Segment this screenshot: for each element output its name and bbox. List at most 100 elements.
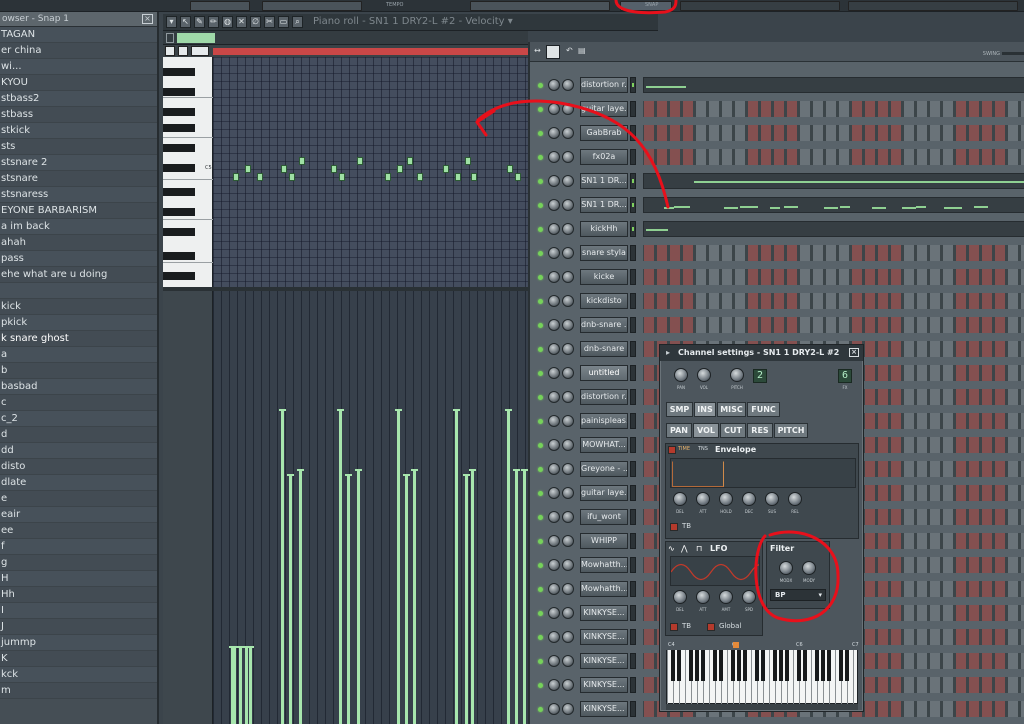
channel-pan-knob[interactable] xyxy=(548,439,560,451)
browser-item[interactable]: c_2 xyxy=(0,411,157,427)
channel-button[interactable]: KINKYSE... xyxy=(580,677,628,693)
pitch-range-display[interactable]: 2 xyxy=(753,369,767,383)
browser-item[interactable]: disto xyxy=(0,459,157,475)
pattern-selector[interactable] xyxy=(546,45,560,59)
channel-select-grip[interactable] xyxy=(630,677,636,693)
browser-item[interactable]: ehe what are u doing xyxy=(0,267,157,283)
view-toggle-1[interactable] xyxy=(165,46,175,56)
channel-pan-knob[interactable] xyxy=(548,535,560,547)
channel-select-grip[interactable] xyxy=(630,365,636,381)
channel-mute-led[interactable] xyxy=(538,275,543,280)
channel-volume-knob[interactable] xyxy=(562,271,574,283)
mute-tool-icon[interactable]: ∅ xyxy=(250,16,261,28)
channel-button[interactable]: distortion r... xyxy=(580,389,628,405)
browser-item[interactable]: dd xyxy=(0,443,157,459)
channel-select-grip[interactable] xyxy=(630,173,636,189)
channel-mute-led[interactable] xyxy=(538,371,543,376)
tab-pitch[interactable]: PITCH xyxy=(774,423,808,438)
white-key[interactable] xyxy=(811,643,812,705)
channel-mute-led[interactable] xyxy=(538,251,543,256)
tab-vol[interactable]: VOL xyxy=(693,423,719,438)
channel-select-grip[interactable] xyxy=(630,293,636,309)
channel-pan-knob[interactable] xyxy=(548,511,560,523)
channel-mute-led[interactable] xyxy=(538,131,543,136)
browser-item[interactable]: stkick xyxy=(0,123,157,139)
paint-tool-icon[interactable]: ◍ xyxy=(222,16,233,28)
browser-item[interactable]: a im back xyxy=(0,219,157,235)
browser-item[interactable]: stsnare 2 xyxy=(0,155,157,171)
channel-select-grip[interactable] xyxy=(630,461,636,477)
velocity-bar[interactable] xyxy=(453,409,460,724)
note[interactable] xyxy=(339,173,345,181)
velocity-bar[interactable] xyxy=(237,646,244,724)
channel-button[interactable]: guitar laye... xyxy=(580,101,628,117)
channel-volume-knob[interactable] xyxy=(562,511,574,523)
wrench-icon[interactable]: ✎ xyxy=(194,16,205,28)
menu-arrows-icon[interactable]: ↔ xyxy=(534,46,544,57)
env-tab-time[interactable]: TIME xyxy=(678,446,690,452)
chevron-down-icon[interactable]: ▾ xyxy=(508,16,513,27)
channel-mute-led[interactable] xyxy=(538,635,543,640)
velocity-bar[interactable] xyxy=(279,409,286,724)
browser-item[interactable]: c xyxy=(0,395,157,411)
mini-pianoroll[interactable] xyxy=(643,221,1024,237)
root-note-keyboard[interactable] xyxy=(666,642,858,705)
menu-arrow-icon[interactable]: ▾ xyxy=(166,16,177,28)
channel-button[interactable]: Mowhatth... xyxy=(580,557,628,573)
channel-button[interactable]: distortion r... xyxy=(580,77,628,93)
channel-button[interactable]: WHIPP xyxy=(580,533,628,549)
channel-volume-knob[interactable] xyxy=(562,175,574,187)
velocity-bar[interactable] xyxy=(463,474,470,724)
velocity-bar[interactable] xyxy=(287,474,294,724)
browser-item[interactable]: stbass xyxy=(0,107,157,123)
del-knob[interactable] xyxy=(673,590,687,604)
channel-button[interactable]: painispleas... xyxy=(580,413,628,429)
velocity-bar[interactable] xyxy=(297,469,304,724)
channel-pan-knob[interactable] xyxy=(548,247,560,259)
browser-item[interactable]: sts xyxy=(0,139,157,155)
channel-pan-knob[interactable] xyxy=(548,559,560,571)
note[interactable] xyxy=(357,157,363,165)
white-key[interactable] xyxy=(727,643,728,705)
channel-select-grip[interactable] xyxy=(630,701,636,717)
channel-volume-knob[interactable] xyxy=(562,127,574,139)
channel-pan-knob[interactable] xyxy=(548,103,560,115)
browser-item[interactable]: I xyxy=(0,603,157,619)
channel-volume-knob[interactable] xyxy=(562,247,574,259)
channel-select-grip[interactable] xyxy=(630,557,636,573)
channel-pan-knob[interactable] xyxy=(548,271,560,283)
channel-volume-knob[interactable] xyxy=(562,559,574,571)
tab-ins[interactable]: INS xyxy=(694,402,716,417)
step-buttons[interactable] xyxy=(643,149,1024,165)
browser-item[interactable]: g xyxy=(0,555,157,571)
note[interactable] xyxy=(407,157,413,165)
velocity-bar[interactable] xyxy=(403,474,410,724)
note[interactable] xyxy=(417,173,423,181)
channel-button[interactable]: kicke xyxy=(580,269,628,285)
note[interactable] xyxy=(299,157,305,165)
white-key[interactable] xyxy=(709,643,710,705)
channel-mute-led[interactable] xyxy=(538,83,543,88)
channel-button[interactable]: guitar laye... xyxy=(580,485,628,501)
black-key[interactable] xyxy=(163,68,195,76)
channel-pan-knob[interactable] xyxy=(548,367,560,379)
browser-item[interactable]: J xyxy=(0,619,157,635)
browser-item[interactable]: Hh xyxy=(0,587,157,603)
channel-pan-knob[interactable] xyxy=(548,295,560,307)
white-key[interactable] xyxy=(685,643,686,705)
toolbar-group-tools[interactable] xyxy=(190,1,250,11)
channel-volume-knob[interactable] xyxy=(562,535,574,547)
sus-knob[interactable] xyxy=(765,492,779,506)
browser-item[interactable]: k snare ghost xyxy=(0,331,157,347)
channel-select-grip[interactable] xyxy=(630,413,636,429)
pitch-knob[interactable] xyxy=(730,368,744,382)
channel-volume-knob[interactable] xyxy=(562,607,574,619)
channel-pan-knob[interactable] xyxy=(548,199,560,211)
channel-volume-knob[interactable] xyxy=(562,367,574,379)
black-key[interactable] xyxy=(163,124,195,132)
pointer-icon[interactable]: ↖ xyxy=(180,16,191,28)
browser-item[interactable]: TAGAN xyxy=(0,27,157,43)
channel-mute-led[interactable] xyxy=(538,443,543,448)
browser-item[interactable]: dlate xyxy=(0,475,157,491)
note[interactable] xyxy=(257,173,263,181)
